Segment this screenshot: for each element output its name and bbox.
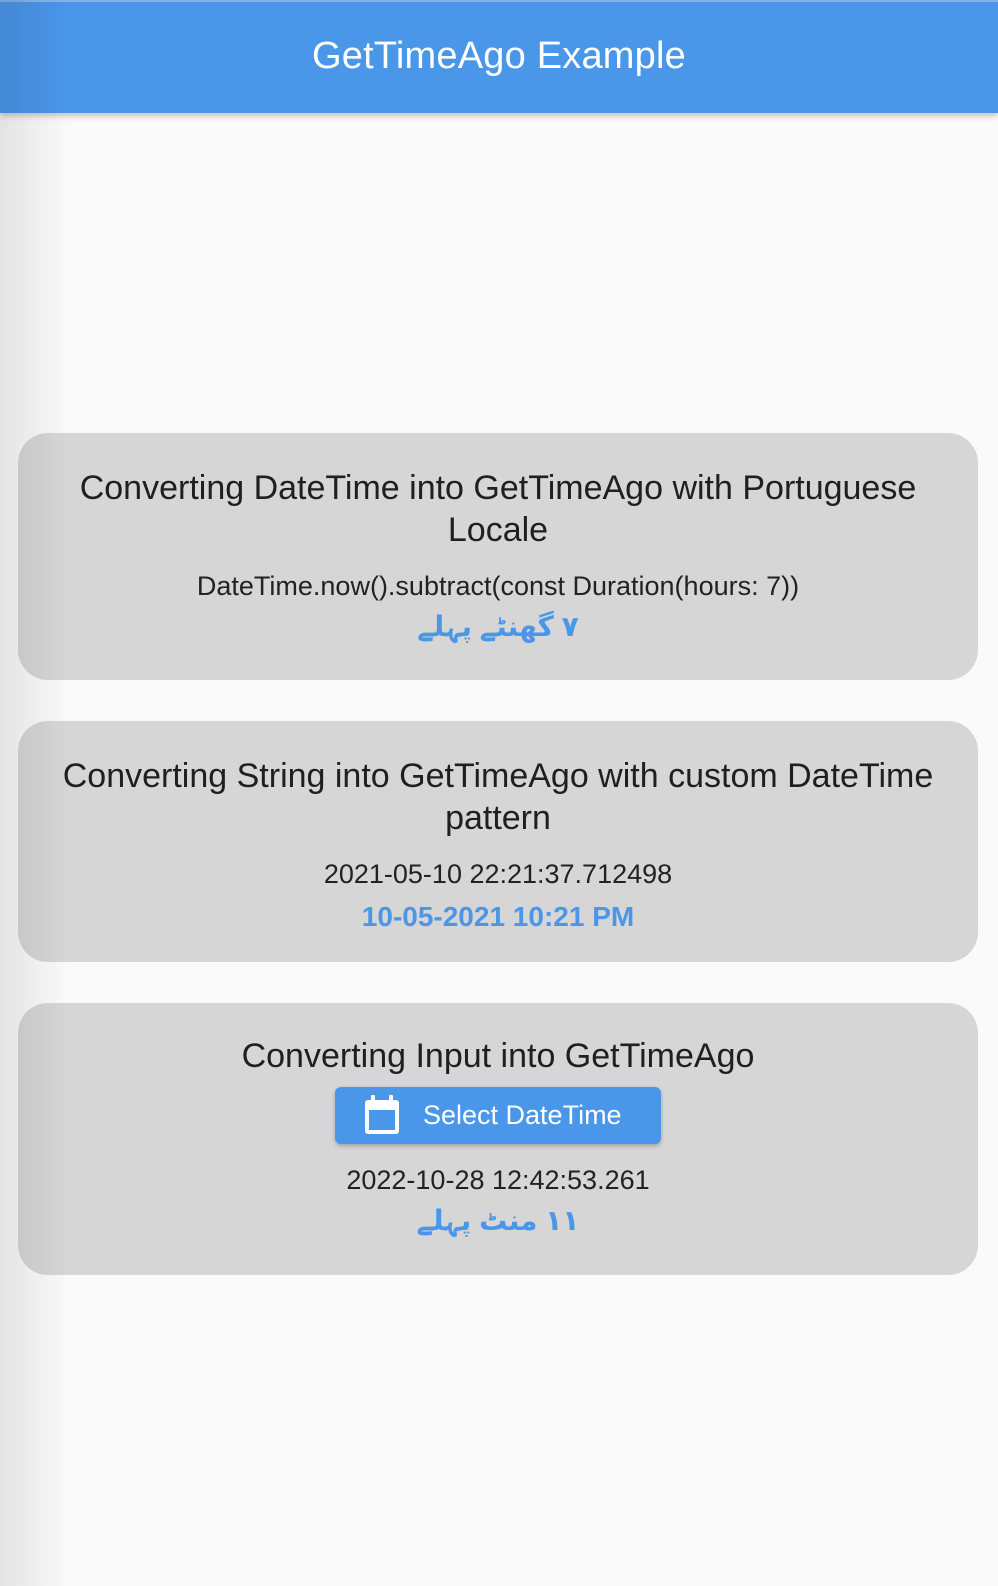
card-input-text: 2021-05-10 22:21:37.712498 xyxy=(323,859,673,889)
select-datetime-button[interactable]: Select DateTime xyxy=(335,1087,661,1144)
card-input-text: DateTime.now().subtract(const Duration(h… xyxy=(196,571,800,601)
card-title: Converting String into GetTimeAgo with c… xyxy=(62,757,934,837)
card-result-text: ۱۱ منٹ پہلے xyxy=(416,1205,580,1236)
card-title: Converting DateTime into GetTimeAgo with… xyxy=(79,469,917,549)
app-bar: GetTimeAgo Example xyxy=(0,0,998,113)
card-title: Converting Input into GetTimeAgo xyxy=(241,1037,755,1075)
card-input-text: 2022-10-28 12:42:53.261 xyxy=(346,1165,650,1195)
calendar-icon xyxy=(365,1095,399,1134)
select-datetime-label: Select DateTime xyxy=(423,1100,622,1130)
app-screen: GetTimeAgo Example Converting DateTime i… xyxy=(0,0,998,1586)
card-input-timeago: Converting Input into GetTimeAgo Select … xyxy=(18,1003,978,1275)
card-string-pattern: Converting String into GetTimeAgo with c… xyxy=(18,721,978,962)
card-datetime-locale: Converting DateTime into GetTimeAgo with… xyxy=(18,433,978,680)
app-bar-title: GetTimeAgo Example xyxy=(312,35,686,77)
status-divider xyxy=(0,0,998,2)
card-result-text: 10-05-2021 10:21 PM xyxy=(361,901,635,932)
card-result-text: ۷ گھنٹے پہلے xyxy=(417,611,579,642)
